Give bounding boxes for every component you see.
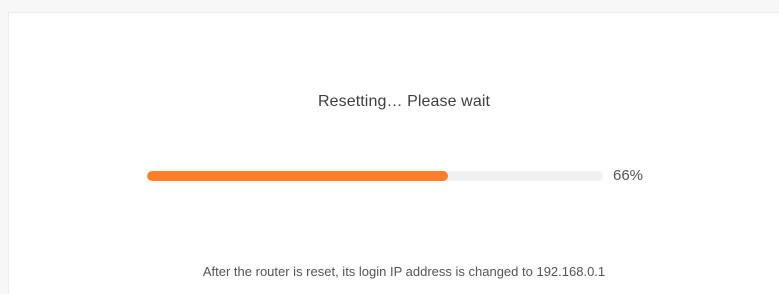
reset-progress-bar <box>147 171 603 181</box>
page-background: Resetting… Please wait 66% After the rou… <box>0 0 779 294</box>
reset-progress-percent: 66% <box>613 167 644 184</box>
reset-ip-note: After the router is reset, its login IP … <box>202 264 606 279</box>
reset-status-text: Resetting… Please wait <box>317 93 491 110</box>
reset-progress-fill <box>147 171 448 181</box>
reset-panel: Resetting… Please wait 66% After the rou… <box>8 12 779 294</box>
